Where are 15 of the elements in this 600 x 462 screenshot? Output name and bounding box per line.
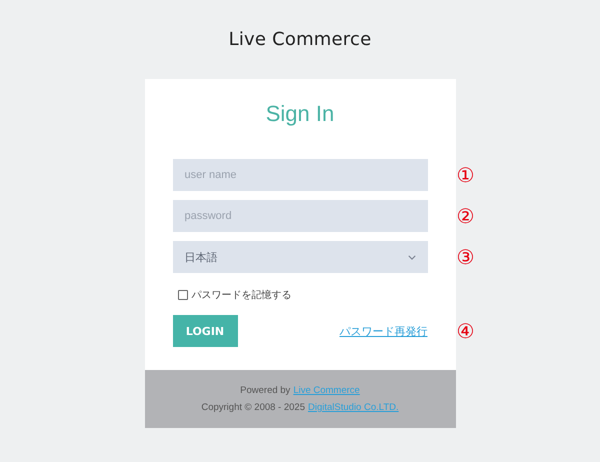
password-field[interactable]: password: [172, 200, 428, 232]
annotation-marker: ①: [456, 164, 474, 186]
annotation-marker: ④: [456, 320, 474, 342]
powered-by-text: Powered by: [240, 385, 290, 396]
sign-in-title: Sign In: [264, 100, 336, 128]
chevron-down-icon: [408, 254, 416, 260]
reset-password-link[interactable]: パスワード再発行: [340, 324, 428, 338]
annotation-marker: ③: [456, 246, 474, 268]
login-button[interactable]: LOGIN: [172, 315, 238, 347]
username-field[interactable]: user name: [172, 159, 428, 191]
language-select[interactable]: 日本語: [172, 241, 428, 273]
annotation-marker: ②: [456, 205, 474, 227]
logo: Live Commerce: [228, 28, 372, 52]
copyright-text: Copyright © 2008 - 2025: [201, 402, 305, 413]
remember-checkbox[interactable]: パスワードを記憶する: [178, 288, 428, 302]
